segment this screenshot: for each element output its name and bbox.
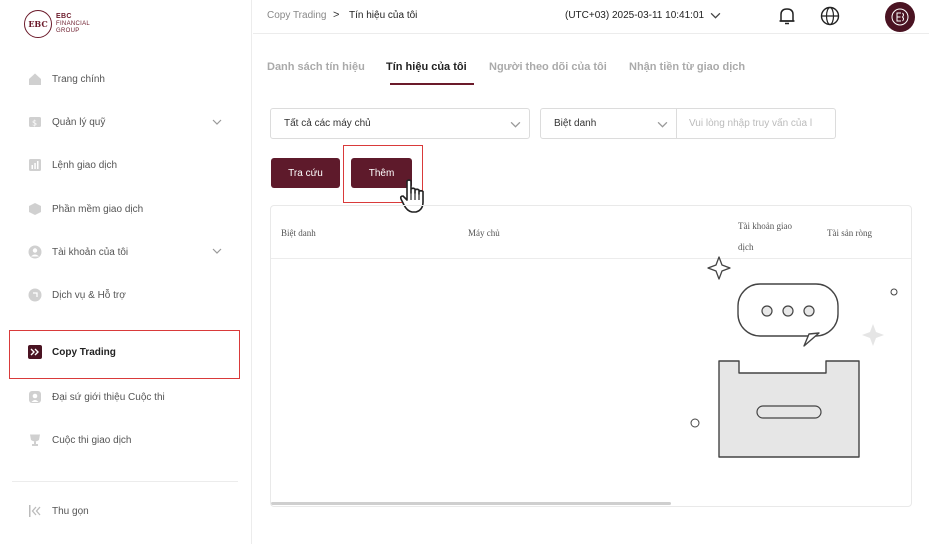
- globe-icon[interactable]: [819, 5, 841, 27]
- field-select[interactable]: Biệt danh: [540, 108, 677, 139]
- sidebar-item-trading-contest[interactable]: Cuộc thi giao dịch: [28, 430, 132, 450]
- search-button[interactable]: Tra cứu: [271, 158, 340, 188]
- trophy-icon: [28, 433, 42, 447]
- field-select-value: Biệt danh: [554, 118, 597, 129]
- column-header-net-assets: Tài sản ròng: [827, 228, 872, 238]
- sidebar-item-fund-management[interactable]: $ Quản lý quỹ: [28, 112, 105, 132]
- sidebar-item-ambassador[interactable]: Đại sứ giới thiệu Cuộc thi: [28, 387, 165, 407]
- software-icon: [28, 202, 42, 216]
- breadcrumb-separator: >: [333, 9, 340, 21]
- active-tab-indicator: [390, 83, 474, 85]
- sidebar-item-my-account[interactable]: Tài khoản của tôi: [28, 242, 128, 262]
- server-select-value: Tất cả các máy chủ: [284, 118, 371, 129]
- sidebar-item-label: Copy Trading: [52, 346, 116, 358]
- chevron-down-icon[interactable]: [212, 246, 222, 256]
- sidebar-item-label: Phần mềm giao dịch: [52, 203, 144, 215]
- tab-signal-list[interactable]: Danh sách tín hiệu: [267, 61, 365, 73]
- ebc-logo-icon: EBC: [24, 10, 52, 38]
- svg-text:$: $: [32, 119, 37, 128]
- chevron-down-icon[interactable]: [212, 117, 222, 127]
- orders-icon: [28, 158, 42, 172]
- collapse-sidebar-button[interactable]: Thu gọn: [28, 501, 89, 521]
- sidebar-item-trading-software[interactable]: Phần mềm giao dịch: [28, 199, 143, 219]
- fund-icon: $: [28, 115, 42, 129]
- signals-table: Biệt danh Máy chủ Tài khoản giao dịch Tà…: [270, 205, 912, 507]
- sidebar-item-label: Quản lý quỹ: [52, 116, 106, 128]
- sidebar-item-label: Cuộc thi giao dịch: [52, 434, 132, 446]
- chevron-down-icon[interactable]: [710, 10, 721, 21]
- divider: [12, 481, 238, 482]
- bell-icon[interactable]: [776, 5, 798, 27]
- horizontal-scrollbar[interactable]: [271, 502, 671, 505]
- sidebar-item-label: Đại sứ giới thiệu Cuộc thi: [52, 391, 165, 403]
- sidebar-item-label: Dịch vụ & Hỗ trợ: [52, 289, 126, 301]
- chevron-down-icon: [657, 121, 668, 128]
- sidebar-item-support[interactable]: Dịch vụ & Hỗ trợ: [28, 285, 126, 305]
- account-icon: [28, 245, 42, 259]
- empty-state-illustration: [690, 256, 898, 458]
- chevron-down-icon: [510, 121, 521, 128]
- copy-trading-icon: [28, 345, 42, 359]
- column-header-nickname: Biệt danh: [281, 228, 316, 238]
- breadcrumb-root[interactable]: Copy Trading: [267, 10, 326, 21]
- brand-text: EBC FINANCIAL GROUP: [56, 13, 91, 34]
- ambassador-icon: [28, 390, 42, 404]
- collapse-label: Thu gọn: [52, 505, 89, 517]
- tab-my-signals[interactable]: Tín hiệu của tôi: [386, 61, 467, 73]
- collapse-icon: [28, 504, 42, 518]
- timezone-clock[interactable]: (UTC+03) 2025-03-11 10:41:01: [565, 10, 704, 21]
- home-icon: [28, 72, 42, 86]
- sidebar-item-home[interactable]: Trang chính: [28, 69, 105, 89]
- sidebar-item-label: Lệnh giao dịch: [52, 159, 118, 171]
- column-header-server: Máy chủ: [468, 228, 500, 238]
- sidebar-item-label: Tài khoản của tôi: [52, 246, 129, 258]
- tab-receive-trading-income[interactable]: Nhận tiền từ giao dịch: [629, 61, 745, 73]
- tab-my-followers[interactable]: Người theo dõi của tôi: [489, 61, 607, 73]
- search-input[interactable]: [677, 108, 836, 139]
- server-select[interactable]: Tất cả các máy chủ: [270, 108, 530, 139]
- brand-logo[interactable]: EBC EBC FINANCIAL GROUP: [24, 10, 90, 38]
- sidebar-item-copy-trading[interactable]: Copy Trading: [28, 345, 116, 359]
- breadcrumb-current: Tín hiệu của tôi: [349, 10, 418, 21]
- avatar[interactable]: [885, 2, 915, 32]
- sidebar: EBC EBC FINANCIAL GROUP Trang chính $ Qu…: [0, 0, 252, 544]
- support-icon: [28, 288, 42, 302]
- ebc-logo-icon: [891, 8, 909, 26]
- sidebar-item-orders[interactable]: Lệnh giao dịch: [28, 155, 117, 175]
- sidebar-item-label: Trang chính: [52, 73, 105, 85]
- top-header: Copy Trading > Tín hiệu của tôi (UTC+03)…: [253, 0, 929, 34]
